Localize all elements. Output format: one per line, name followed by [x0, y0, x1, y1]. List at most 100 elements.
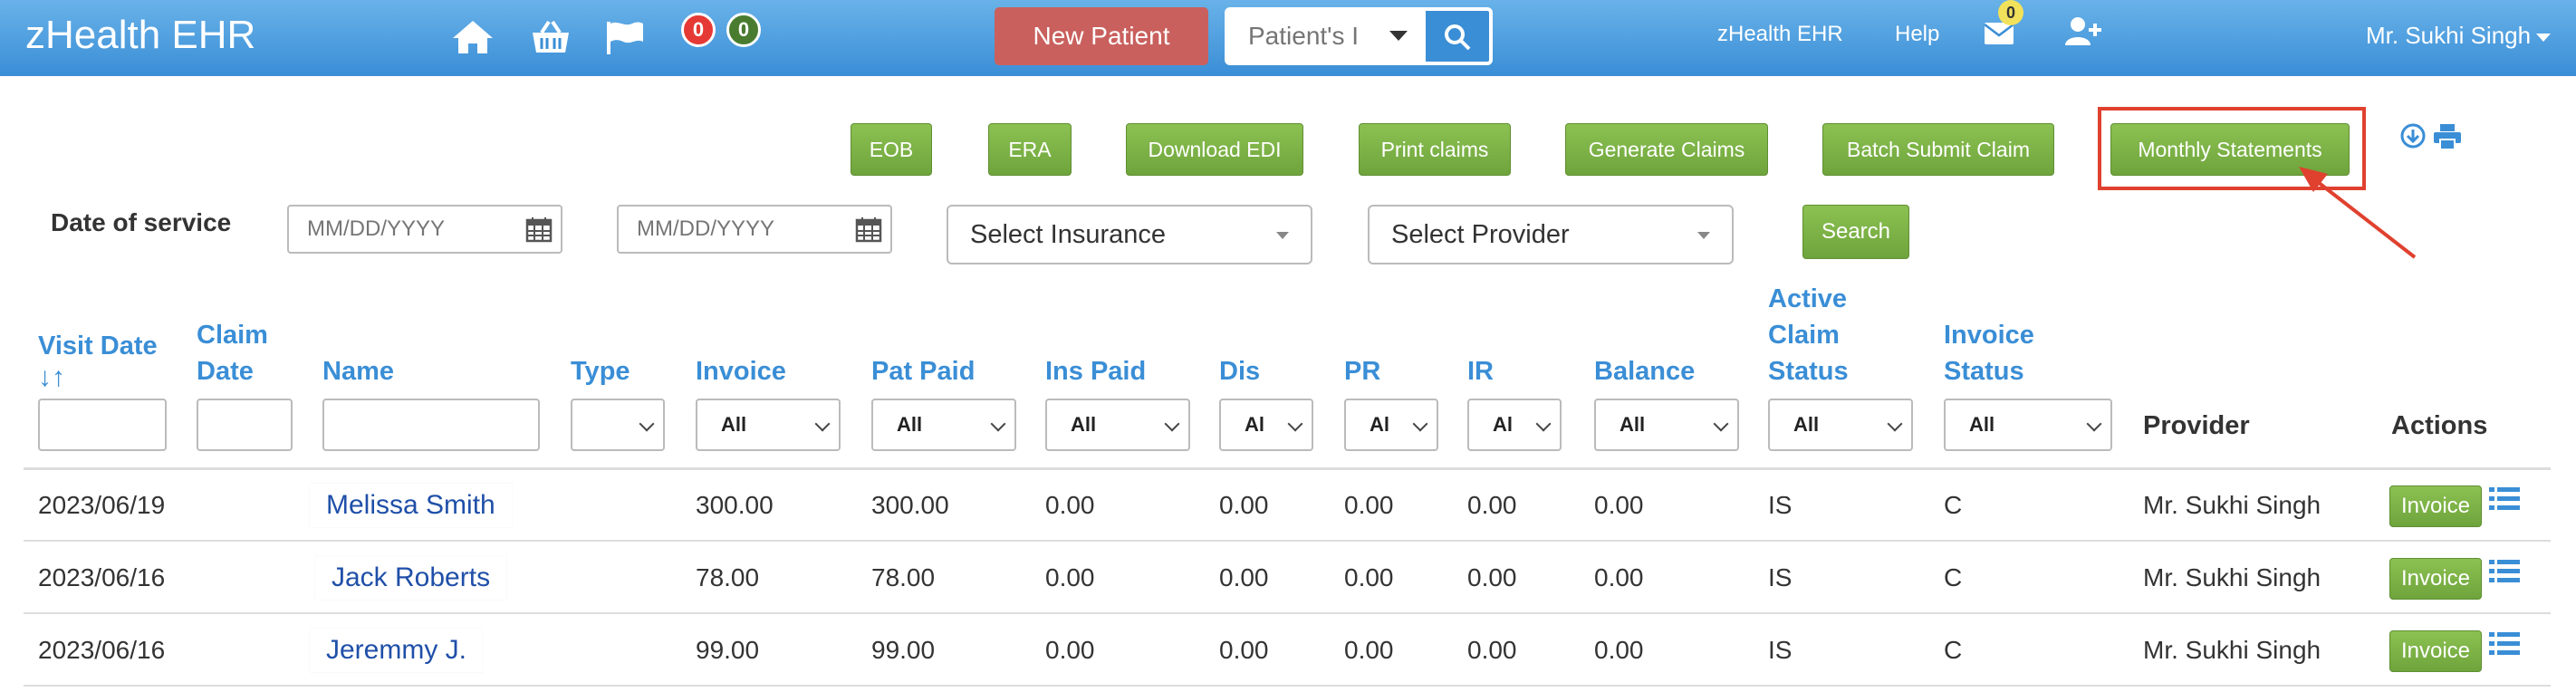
cell-patient-name[interactable]: Jeremmy J. — [310, 629, 484, 672]
col-invoice-status-line1: Invoice — [1944, 321, 2034, 350]
cell-provider: Mr. Sukhi Singh — [2143, 491, 2321, 519]
print-claims-button[interactable]: Print claims — [1359, 123, 1511, 176]
filter-invoice-status-select[interactable]: All — [1944, 399, 2112, 451]
col-invoice-status: Invoice Status — [1944, 317, 2034, 389]
chevron-down-icon — [1697, 232, 1710, 239]
filter-name-input[interactable] — [322, 399, 540, 451]
print-icon[interactable] — [2433, 123, 2462, 150]
cell-provider: Mr. Sukhi Singh — [2143, 563, 2321, 591]
chevron-down-icon — [2536, 33, 2552, 42]
filter-dis-select[interactable]: Al — [1219, 399, 1313, 451]
cell-provider: Mr. Sukhi Singh — [2143, 636, 2321, 664]
search-button[interactable] — [1426, 11, 1489, 62]
generate-claims-button[interactable]: Generate Claims — [1565, 123, 1768, 176]
cell-patient-name[interactable]: Melissa Smith — [310, 484, 512, 527]
user-menu[interactable]: Mr. Sukhi Singh — [2366, 22, 2552, 50]
download-edi-button[interactable]: Download EDI — [1126, 123, 1303, 176]
user-name: Mr. Sukhi Singh — [2366, 22, 2532, 49]
col-actions: Actions — [2391, 411, 2488, 440]
table-row: 2023/06/19 Melissa Smith 300.00 300.00 0… — [24, 469, 2551, 542]
chevron-down-icon[interactable] — [1389, 31, 1408, 41]
date-from-input[interactable] — [287, 205, 562, 254]
era-button[interactable]: ERA — [988, 123, 1072, 176]
nav-link-zhealth[interactable]: zHealth EHR — [1717, 22, 1843, 47]
col-visit-date[interactable]: Visit Date ↓↑ — [38, 328, 158, 391]
invoice-button[interactable]: Invoice — [2389, 558, 2482, 600]
search-icon — [1445, 24, 1471, 51]
select-insurance-label: Select Insurance — [970, 220, 1167, 249]
col-ir: IR — [1467, 357, 1494, 386]
basket-icon[interactable] — [529, 18, 572, 56]
col-invoice: Invoice — [696, 357, 786, 386]
calendar-icon[interactable] — [855, 216, 882, 243]
cell-patient-name[interactable]: Jack Roberts — [315, 556, 507, 600]
col-type: Type — [571, 357, 630, 386]
cell-pr: 0.00 — [1344, 563, 1394, 591]
app-title[interactable]: zHealth EHR — [25, 13, 255, 58]
col-dis: Dis — [1219, 357, 1261, 386]
filter-invoice-select[interactable]: All — [696, 399, 841, 451]
filter-ir-select[interactable]: Al — [1467, 399, 1562, 451]
col-ins-paid: Ins Paid — [1045, 357, 1147, 386]
list-icon[interactable] — [2489, 485, 2520, 513]
filter-balance-select[interactable]: All — [1594, 399, 1739, 451]
filter-claim-status-select[interactable]: All — [1768, 399, 1913, 451]
eob-button[interactable]: EOB — [851, 123, 932, 176]
home-icon[interactable] — [451, 18, 495, 56]
filter-pat-paid-select[interactable]: All — [871, 399, 1016, 451]
sort-icon[interactable]: ↓↑ — [38, 364, 158, 391]
list-icon[interactable] — [2489, 630, 2520, 658]
cell-pat-paid: 78.00 — [871, 563, 936, 591]
col-pat-paid: Pat Paid — [871, 357, 976, 386]
col-claim-date: Claim Date — [197, 317, 268, 389]
cell-invoice: 78.00 — [696, 563, 760, 591]
calendar-icon[interactable] — [525, 216, 553, 243]
date-of-service-label: Date of service — [51, 208, 232, 236]
select-provider-dropdown[interactable]: Select Provider — [1368, 205, 1734, 264]
col-name: Name — [322, 357, 394, 386]
cell-invoice: 99.00 — [696, 636, 760, 664]
patient-search-input[interactable] — [1228, 11, 1364, 62]
col-active-claim-status-line2: Claim — [1768, 321, 1840, 350]
search-filter-button[interactable]: Search — [1802, 205, 1909, 259]
col-claim-date-line1: Claim — [197, 321, 268, 350]
cell-balance: 0.00 — [1594, 636, 1644, 664]
nav-link-help[interactable]: Help — [1895, 22, 1939, 47]
invoice-button[interactable]: Invoice — [2389, 630, 2482, 672]
invoice-button[interactable]: Invoice — [2389, 485, 2482, 527]
cell-ir: 0.00 — [1467, 491, 1517, 519]
col-provider: Provider — [2143, 411, 2250, 440]
cell-visit-date: 2023/06/16 — [38, 636, 166, 664]
table-row: 2023/06/16 Jeremmy J. 99.00 99.00 0.00 0… — [24, 614, 2551, 687]
notification-badge-green[interactable]: 0 — [726, 13, 761, 47]
filter-visit-date-input[interactable] — [38, 399, 167, 451]
col-claim-date-line2: Date — [197, 357, 254, 386]
new-patient-button[interactable]: New Patient — [995, 7, 1208, 65]
filter-claim-date-input[interactable] — [197, 399, 293, 451]
cell-dis: 0.00 — [1219, 563, 1269, 591]
date-to-input[interactable] — [617, 205, 892, 254]
filter-ins-paid-select[interactable]: All — [1045, 399, 1190, 451]
flag-icon[interactable] — [603, 18, 647, 56]
table-row: 2023/06/16 Jack Roberts 78.00 78.00 0.00… — [24, 542, 2551, 614]
annotation-arrow-icon — [2299, 167, 2417, 259]
cell-balance: 0.00 — [1594, 563, 1644, 591]
cell-claim-status: IS — [1768, 491, 1793, 519]
col-active-claim-status: Active Claim Status — [1768, 281, 1849, 389]
batch-submit-claim-button[interactable]: Batch Submit Claim — [1822, 123, 2054, 176]
cell-ir: 0.00 — [1467, 636, 1517, 664]
select-insurance-dropdown[interactable]: Select Insurance — [947, 205, 1312, 264]
cell-claim-status: IS — [1768, 563, 1793, 591]
filter-pr-select[interactable]: Al — [1344, 399, 1438, 451]
cell-pat-paid: 99.00 — [871, 636, 936, 664]
list-icon[interactable] — [2489, 558, 2520, 585]
col-active-claim-status-line1: Active — [1768, 284, 1848, 313]
download-icon[interactable] — [2400, 123, 2426, 149]
patient-search — [1225, 7, 1493, 65]
add-user-icon[interactable] — [2065, 16, 2101, 47]
cell-visit-date: 2023/06/19 — [38, 491, 166, 519]
cell-dis: 0.00 — [1219, 491, 1269, 519]
filter-type-select[interactable] — [571, 399, 665, 451]
cell-ir: 0.00 — [1467, 563, 1517, 591]
notification-badge-red[interactable]: 0 — [681, 13, 716, 47]
